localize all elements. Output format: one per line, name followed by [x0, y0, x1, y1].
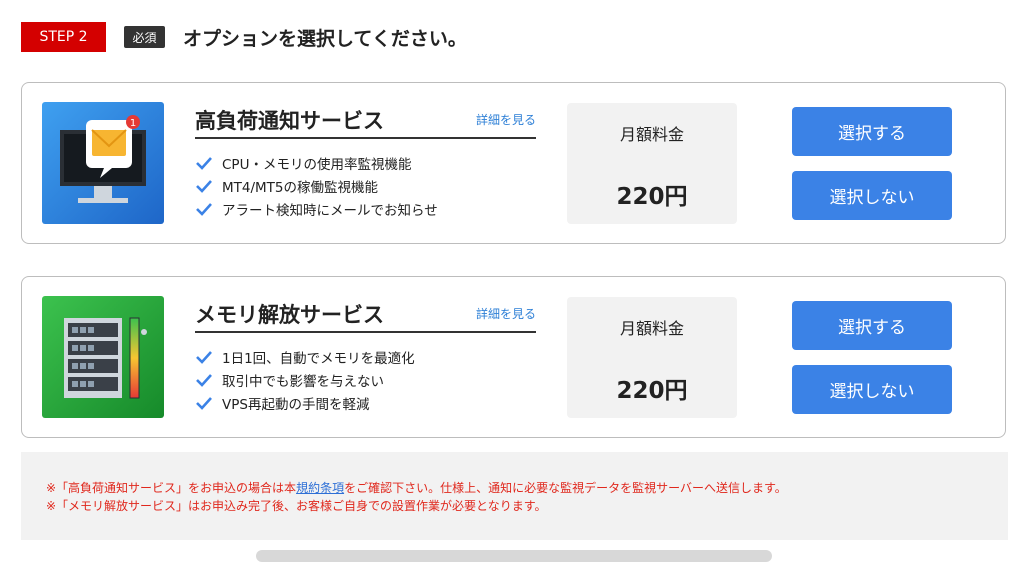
feature-text: 1日1回、自動でメモリを最適化	[222, 350, 415, 367]
service-card-high-load-notification: 1 高負荷通知サービス 詳細を見る CPU・メモリの使用率監視機能 MT4/MT…	[21, 82, 1006, 244]
service-heading: メモリ解放サービス 詳細を見る	[195, 291, 536, 333]
note-line-memory: ※「メモリ解放サービス」はお申込み完了後、お客様ご自身での設置作業が必要となりま…	[46, 499, 547, 513]
feature-item: CPU・メモリの使用率監視機能	[195, 151, 536, 174]
terms-link[interactable]: 規約条項	[296, 481, 344, 495]
details-link[interactable]: 詳細を見る	[476, 305, 536, 322]
monitor-mail-notification-icon: 1	[42, 102, 164, 224]
price-label: 月額料金	[619, 125, 684, 144]
check-icon	[196, 373, 212, 387]
service-card-memory-release: メモリ解放サービス 詳細を見る 1日1回、自動でメモリを最適化 取引中でも影響を…	[21, 276, 1006, 438]
price-value: 220円	[616, 184, 688, 210]
check-icon	[196, 156, 212, 170]
next-button-partial[interactable]	[256, 550, 772, 562]
feature-list: 1日1回、自動でメモリを最適化 取引中でも影響を与えない VPS再起動の手間を軽…	[195, 345, 536, 414]
feature-text: アラート検知時にメールでお知らせ	[222, 202, 438, 219]
price-label: 月額料金	[619, 319, 684, 338]
check-icon	[196, 179, 212, 193]
service-info: 高負荷通知サービス 詳細を見る CPU・メモリの使用率監視機能 MT4/MT5の…	[195, 97, 536, 220]
note-text: ※「高負荷通知サービス」をお申込の場合は本	[46, 481, 297, 495]
check-icon	[196, 202, 212, 216]
check-icon	[196, 396, 212, 410]
page-title: オプションを選択してください。	[183, 27, 467, 50]
feature-item: アラート検知時にメールでお知らせ	[195, 197, 536, 220]
step-header: STEP 2 必須 オプションを選択してください。	[21, 22, 467, 52]
notes-box: ※「高負荷通知サービス」をお申込の場合は本規約条項をご確認下さい。仕様上、通知に…	[21, 452, 1008, 540]
note-text: をご確認下さい。仕様上、通知に必要な監視データを監視サーバーへ送信します。	[344, 481, 787, 495]
note-line-terms: ※「高負荷通知サービス」をお申込の場合は本規約条項をご確認下さい。仕様上、通知に…	[46, 479, 787, 496]
service-info: メモリ解放サービス 詳細を見る 1日1回、自動でメモリを最適化 取引中でも影響を…	[195, 291, 536, 414]
price-box: 月額料金 220円	[567, 297, 737, 418]
price-box: 月額料金 220円	[567, 103, 737, 224]
server-rack-memory-gauge-icon	[42, 296, 164, 418]
service-title: メモリ解放サービス	[195, 303, 384, 327]
deselect-button[interactable]: 選択しない	[792, 365, 952, 414]
service-title: 高負荷通知サービス	[195, 109, 384, 133]
feature-item: MT4/MT5の稼働監視機能	[195, 174, 536, 197]
select-button[interactable]: 選択する	[792, 107, 952, 156]
service-heading: 高負荷通知サービス 詳細を見る	[195, 97, 536, 139]
required-badge: 必須	[124, 26, 165, 48]
feature-item: 取引中でも影響を与えない	[195, 368, 536, 391]
price-value: 220円	[616, 378, 688, 404]
feature-text: CPU・メモリの使用率監視機能	[222, 156, 412, 173]
feature-text: MT4/MT5の稼働監視機能	[222, 179, 379, 196]
deselect-button[interactable]: 選択しない	[792, 171, 952, 220]
details-link[interactable]: 詳細を見る	[476, 111, 536, 128]
feature-item: VPS再起動の手間を軽減	[195, 391, 536, 414]
check-icon	[196, 350, 212, 364]
select-button[interactable]: 選択する	[792, 301, 952, 350]
feature-text: 取引中でも影響を与えない	[222, 373, 384, 390]
feature-text: VPS再起動の手間を軽減	[222, 396, 370, 413]
step-badge: STEP 2	[21, 22, 106, 52]
svg-text:1: 1	[130, 118, 136, 129]
feature-item: 1日1回、自動でメモリを最適化	[195, 345, 536, 368]
feature-list: CPU・メモリの使用率監視機能 MT4/MT5の稼働監視機能 アラート検知時にメ…	[195, 151, 536, 220]
